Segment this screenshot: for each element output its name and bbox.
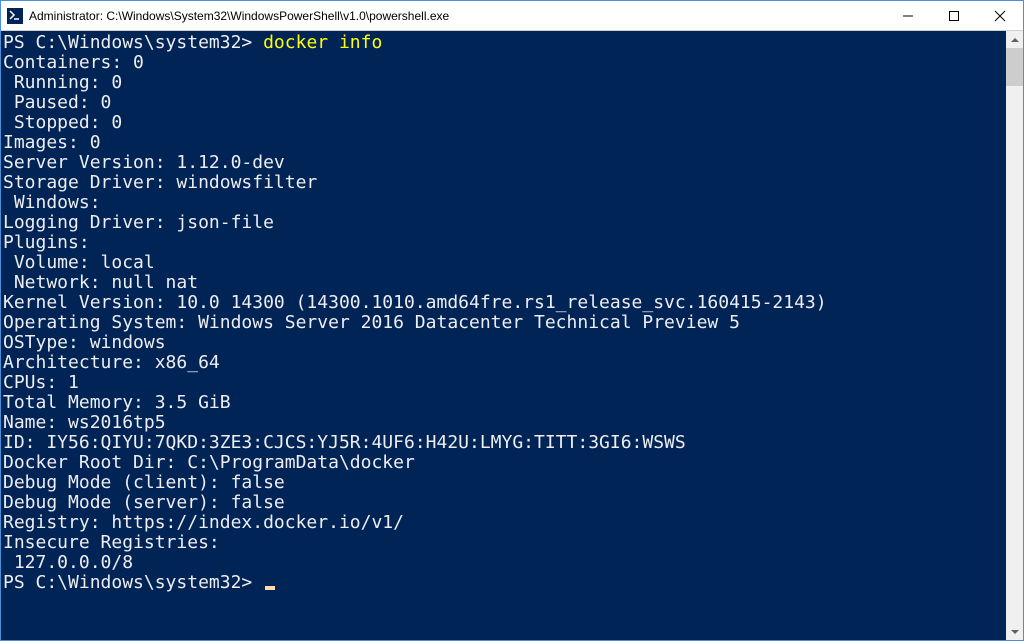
scroll-up-icon[interactable] bbox=[1006, 31, 1023, 48]
prompt: PS C:\Windows\system32> bbox=[3, 32, 263, 53]
cursor bbox=[265, 586, 275, 590]
window-title: Administrator: C:\Windows\System32\Windo… bbox=[29, 9, 885, 23]
scroll-down-icon[interactable] bbox=[1006, 623, 1023, 640]
output: Containers: 0 Running: 0 Paused: 0 Stopp… bbox=[3, 52, 827, 573]
terminal[interactable]: PS C:\Windows\system32> docker info Cont… bbox=[1, 31, 1006, 640]
maximize-button[interactable] bbox=[931, 1, 977, 30]
scroll-thumb[interactable] bbox=[1006, 48, 1023, 86]
titlebar: Administrator: C:\Windows\System32\Windo… bbox=[1, 1, 1023, 31]
terminal-area: PS C:\Windows\system32> docker info Cont… bbox=[1, 31, 1023, 640]
window-controls bbox=[885, 1, 1023, 30]
prompt: PS C:\Windows\system32> bbox=[3, 572, 263, 593]
powershell-icon bbox=[7, 8, 23, 24]
close-button[interactable] bbox=[977, 1, 1023, 30]
scrollbar[interactable] bbox=[1006, 31, 1023, 640]
scroll-track[interactable] bbox=[1006, 48, 1023, 623]
command: docker info bbox=[263, 32, 382, 53]
minimize-button[interactable] bbox=[885, 1, 931, 30]
